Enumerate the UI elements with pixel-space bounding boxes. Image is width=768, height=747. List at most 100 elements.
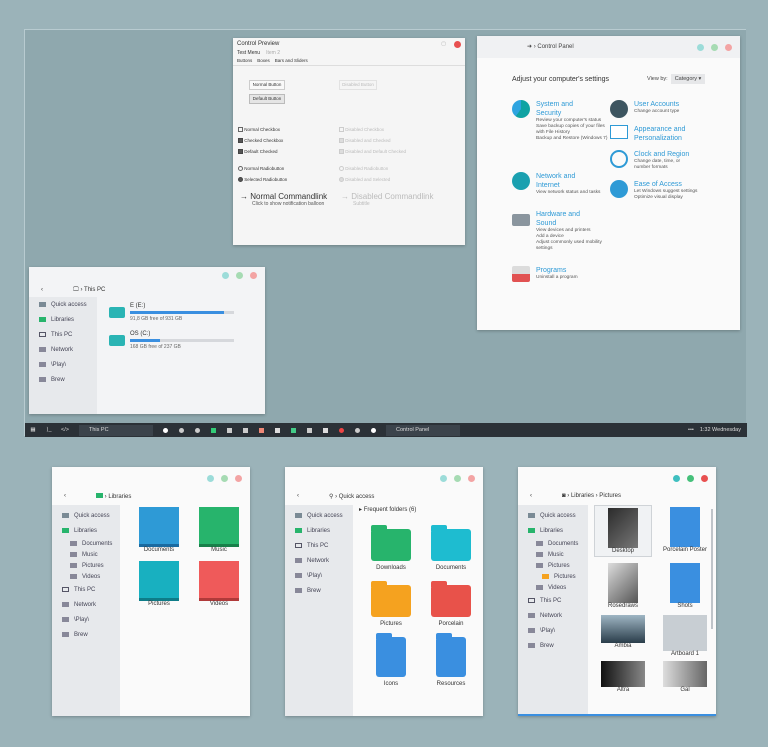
code-icon[interactable]: </> xyxy=(57,427,73,433)
picture-gal[interactable]: Gal xyxy=(656,661,714,693)
maximize-button[interactable] xyxy=(236,271,243,279)
close-button[interactable] xyxy=(250,271,257,279)
picture-altra[interactable]: Altra xyxy=(594,661,652,693)
sidebar-item-network[interactable]: Network xyxy=(52,597,120,612)
sidebar-item-play[interactable]: \Play\ xyxy=(285,568,353,583)
back-button[interactable]: ‹ xyxy=(530,493,532,499)
sidebar-item-brew[interactable]: Brew xyxy=(52,627,120,642)
close-button[interactable] xyxy=(235,474,242,482)
sidebar-item-network[interactable]: Network xyxy=(29,342,97,357)
folder-resources[interactable]: Resources xyxy=(421,633,481,687)
sidebar-item-libraries[interactable]: Libraries xyxy=(285,523,353,538)
sidebar-item-this-pc[interactable]: This PC xyxy=(52,582,120,597)
sidebar-item-music[interactable]: Music xyxy=(518,549,588,560)
chrome-icon[interactable] xyxy=(179,427,184,433)
drive-c[interactable]: OS (C:) 168 GB free of 237 GB xyxy=(109,331,234,350)
close-button[interactable] xyxy=(454,40,461,48)
minimize-button[interactable] xyxy=(673,474,680,482)
library-videos[interactable]: Videos xyxy=(190,561,248,607)
breadcrumb[interactable]: 🖵 › This PC xyxy=(73,287,105,294)
category-network[interactable]: Network and Internet View network status… xyxy=(512,172,610,210)
category-ease-access[interactable]: Ease of Access Let Windows suggest setti… xyxy=(610,180,730,201)
library-documents[interactable]: Documents xyxy=(130,507,188,553)
back-button[interactable]: ‹ xyxy=(41,287,43,293)
picture-artboard[interactable]: Artboard 1 xyxy=(656,615,714,657)
folder-porcelain[interactable]: Porcelain xyxy=(421,579,481,627)
gear-icon[interactable] xyxy=(355,427,360,433)
fire-icon[interactable] xyxy=(259,427,264,433)
record-icon[interactable] xyxy=(339,427,344,433)
folder-downloads[interactable]: Downloads xyxy=(361,523,421,571)
maximize-button[interactable] xyxy=(711,43,718,51)
task-control-panel[interactable]: Control Panel xyxy=(386,424,460,436)
picture-rosedraws[interactable]: Rosedraws xyxy=(594,561,652,611)
category-hardware-sound[interactable]: Hardware and Sound View devices and prin… xyxy=(512,210,610,266)
minimize-button[interactable] xyxy=(697,43,704,51)
section-header[interactable]: ▸ Frequent folders (6) xyxy=(359,506,416,513)
sidebar-item-network[interactable]: Network xyxy=(285,553,353,568)
view-by-dropdown[interactable]: Category ▾ xyxy=(670,74,706,84)
cube-icon[interactable] xyxy=(275,427,280,433)
minimize-button[interactable] xyxy=(207,474,214,482)
default-button[interactable]: Default Button xyxy=(249,94,285,104)
share-icon[interactable] xyxy=(243,427,248,433)
folder-pictures[interactable]: Pictures xyxy=(361,579,421,627)
task-this-pc[interactable]: This PC xyxy=(79,424,153,436)
checkbox-normal[interactable]: Normal Checkbox xyxy=(238,124,287,135)
radio-normal[interactable]: Normal Radiobutton xyxy=(238,163,287,174)
library-pictures[interactable]: Pictures xyxy=(130,561,188,607)
menu-test[interactable]: Test Menu xyxy=(237,50,260,58)
clock[interactable]: 1:32 Wednesday xyxy=(700,427,741,433)
settings-icon[interactable] xyxy=(195,427,200,433)
drive-e[interactable]: E (E:) 91,8 GB free of 931 GB xyxy=(109,303,234,331)
sidebar-item-this-pc[interactable]: This PC xyxy=(29,327,97,342)
folder-documents[interactable]: Documents xyxy=(421,523,481,571)
app-icon[interactable] xyxy=(163,427,168,433)
sidebar-item-quick-access[interactable]: Quick access xyxy=(52,508,120,523)
sidebar-item-brew[interactable]: Brew xyxy=(285,583,353,598)
sidebar-item-play[interactable]: \Play\ xyxy=(29,357,97,372)
tab-buttons[interactable]: Buttons xyxy=(237,58,252,65)
picture-ambia[interactable]: Ambia xyxy=(594,615,652,657)
sidebar-item-music[interactable]: Music xyxy=(52,549,120,560)
start-icon[interactable]: ▦ xyxy=(25,427,41,433)
sidebar-item-this-pc[interactable]: This PC xyxy=(285,538,353,553)
minimize-button[interactable] xyxy=(222,271,229,279)
download-icon[interactable] xyxy=(211,427,216,433)
commandlink-normal[interactable]: → Normal Commandlink Click to show notif… xyxy=(240,192,336,208)
minimize-button[interactable] xyxy=(440,474,447,482)
picture-desktop[interactable]: Desktop xyxy=(594,505,652,557)
sidebar-item-videos[interactable]: Videos xyxy=(518,582,588,593)
breadcrumb[interactable]: ◙ › Libraries › Pictures xyxy=(562,493,621,499)
sidebar-item-quick-access[interactable]: Quick access xyxy=(518,508,588,523)
normal-button[interactable]: Normal Button xyxy=(249,80,285,90)
sidebar-item-this-pc[interactable]: This PC xyxy=(518,593,588,608)
terminal-icon[interactable]: ⟩_ xyxy=(41,427,57,433)
back-button[interactable]: ‹ xyxy=(64,493,66,499)
sidebar-item-videos[interactable]: Videos xyxy=(52,571,120,582)
puzzle-icon[interactable] xyxy=(227,427,232,433)
maximize-button[interactable] xyxy=(221,474,228,482)
sidebar-item-documents[interactable]: Documents xyxy=(518,538,588,549)
back-button[interactable]: ‹ xyxy=(297,493,299,499)
close-button[interactable] xyxy=(701,474,708,482)
minimize-icon[interactable]: ▢ xyxy=(441,41,446,47)
menu-item2[interactable]: Item 2 xyxy=(266,50,280,58)
pen-icon[interactable] xyxy=(291,427,296,433)
sidebar-item-brew[interactable]: Brew xyxy=(518,638,588,653)
close-button[interactable] xyxy=(468,474,475,482)
picture-porcelain-poster[interactable]: Porcelain Poster xyxy=(656,505,714,557)
sidebar-item-documents[interactable]: Documents xyxy=(52,538,120,549)
sidebar-item-play[interactable]: \Play\ xyxy=(52,612,120,627)
sidebar-item-pictures[interactable]: Pictures xyxy=(518,560,588,571)
rocket-icon[interactable] xyxy=(323,427,328,433)
sidebar-item-quick-access[interactable]: Quick access xyxy=(285,508,353,523)
picture-shots[interactable]: Shots xyxy=(656,561,714,611)
sidebar-item-pictures-folder[interactable]: Pictures xyxy=(518,571,588,582)
sidebar-item-network[interactable]: Network xyxy=(518,608,588,623)
folder-icons[interactable]: Icons xyxy=(361,633,421,687)
category-system-security[interactable]: System and Security Review your computer… xyxy=(512,100,610,172)
tab-bars[interactable]: Bars and Sliders xyxy=(275,58,308,65)
sidebar-item-play[interactable]: \Play\ xyxy=(518,623,588,638)
code2-icon[interactable] xyxy=(307,427,312,433)
